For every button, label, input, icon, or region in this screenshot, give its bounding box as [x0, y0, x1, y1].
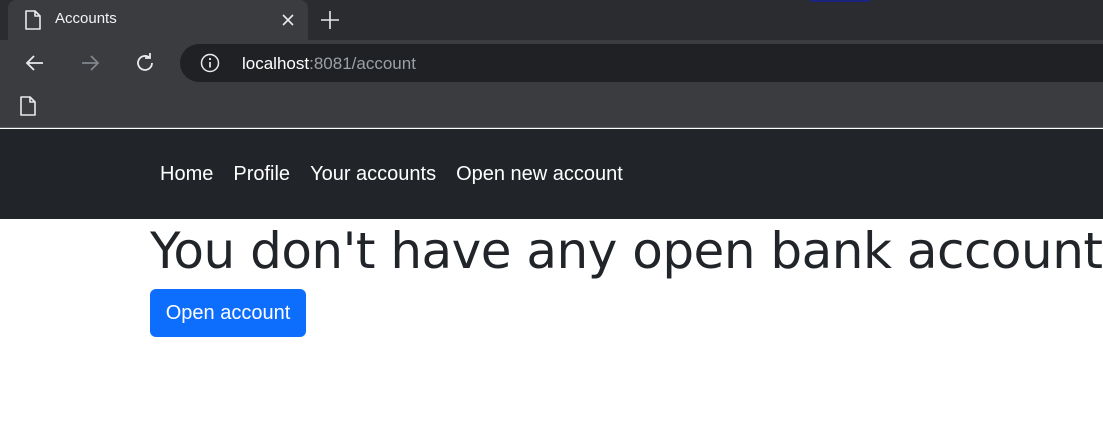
browser-tabstrip: Accounts [0, 0, 1103, 40]
page-icon[interactable] [19, 96, 37, 116]
url-host: localhost [242, 54, 310, 73]
nav-links: Home Profile Your accounts Open new acco… [160, 163, 623, 186]
close-icon[interactable] [278, 10, 298, 30]
nav-link-profile[interactable]: Profile [233, 163, 290, 186]
page-heading: You don't have any open bank accounts [150, 222, 1103, 280]
tab-accent [810, 0, 870, 2]
site-navbar: Home Profile Your accounts Open new acco… [0, 129, 1103, 219]
bookmarks-bar [0, 86, 1103, 128]
address-bar[interactable]: localhost:8081/account [180, 44, 1103, 82]
browser-tab[interactable]: Accounts [8, 0, 308, 40]
back-arrow-icon[interactable] [23, 51, 47, 75]
url-path: :8081/account [309, 54, 416, 73]
plus-icon[interactable] [318, 8, 342, 32]
nav-link-home[interactable]: Home [160, 163, 213, 186]
page-icon [25, 10, 41, 30]
url-text: localhost:8081/account [242, 54, 416, 74]
nav-link-open-new-account[interactable]: Open new account [456, 163, 623, 186]
browser-toolbar: localhost:8081/account [0, 40, 1103, 86]
forward-arrow-icon[interactable] [78, 51, 102, 75]
open-account-button[interactable]: Open account [150, 289, 306, 337]
nav-link-your-accounts[interactable]: Your accounts [310, 163, 436, 186]
info-icon[interactable] [200, 53, 220, 73]
reload-icon[interactable] [133, 51, 157, 75]
tab-title: Accounts [55, 10, 117, 27]
